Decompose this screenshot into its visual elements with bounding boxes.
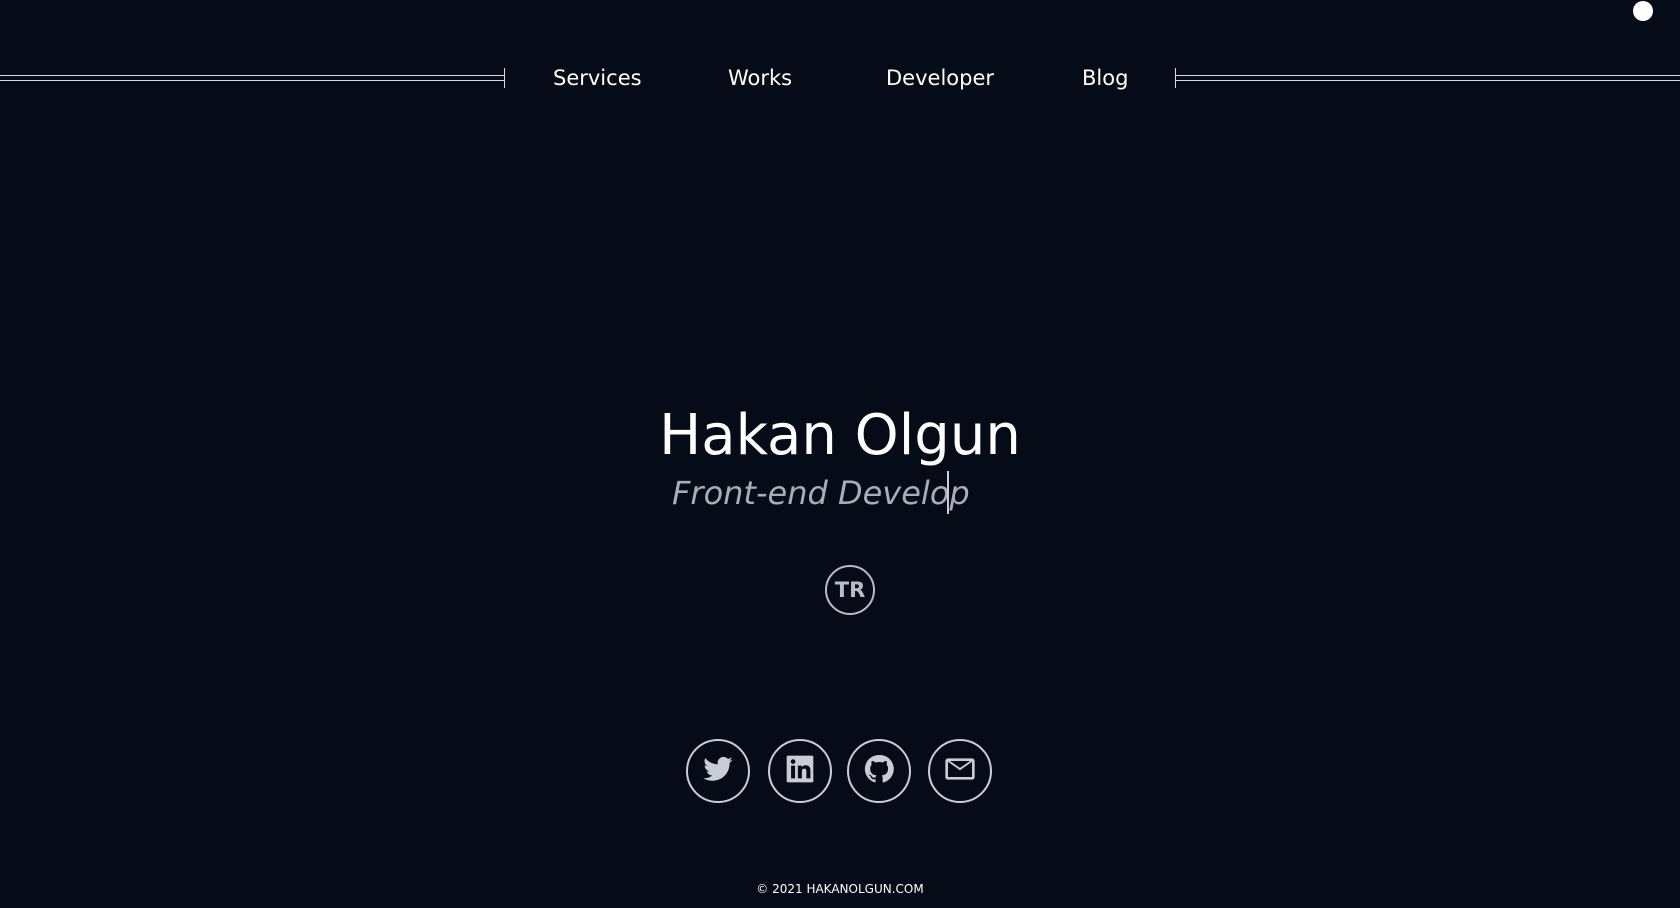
linkedin-icon (784, 753, 816, 789)
github-link[interactable] (847, 739, 911, 803)
nav-link-blog[interactable]: Blog (1082, 62, 1128, 94)
language-toggle-button[interactable]: TR (825, 565, 875, 615)
typing-caret (947, 471, 949, 514)
hero-role-typed: Front-end Develop (672, 474, 970, 512)
github-icon (863, 753, 895, 789)
nav-link-developer[interactable]: Developer (886, 62, 994, 94)
page: Services Works Developer Blog Hakan Olgu… (0, 0, 1680, 908)
corner-dot-button[interactable] (1633, 1, 1653, 21)
hero-name: Hakan Olgun (659, 403, 1021, 468)
mail-link[interactable] (928, 739, 992, 803)
nav-link-services[interactable]: Services (553, 62, 642, 94)
nav-link-works[interactable]: Works (728, 62, 792, 94)
mail-icon (944, 753, 976, 789)
twitter-link[interactable] (686, 739, 750, 803)
linkedin-link[interactable] (768, 739, 832, 803)
main-nav: Services Works Developer Blog (0, 62, 1680, 94)
footer-copyright: © 2021 HAKANOLGUN.COM (756, 882, 924, 896)
twitter-icon (702, 753, 734, 789)
